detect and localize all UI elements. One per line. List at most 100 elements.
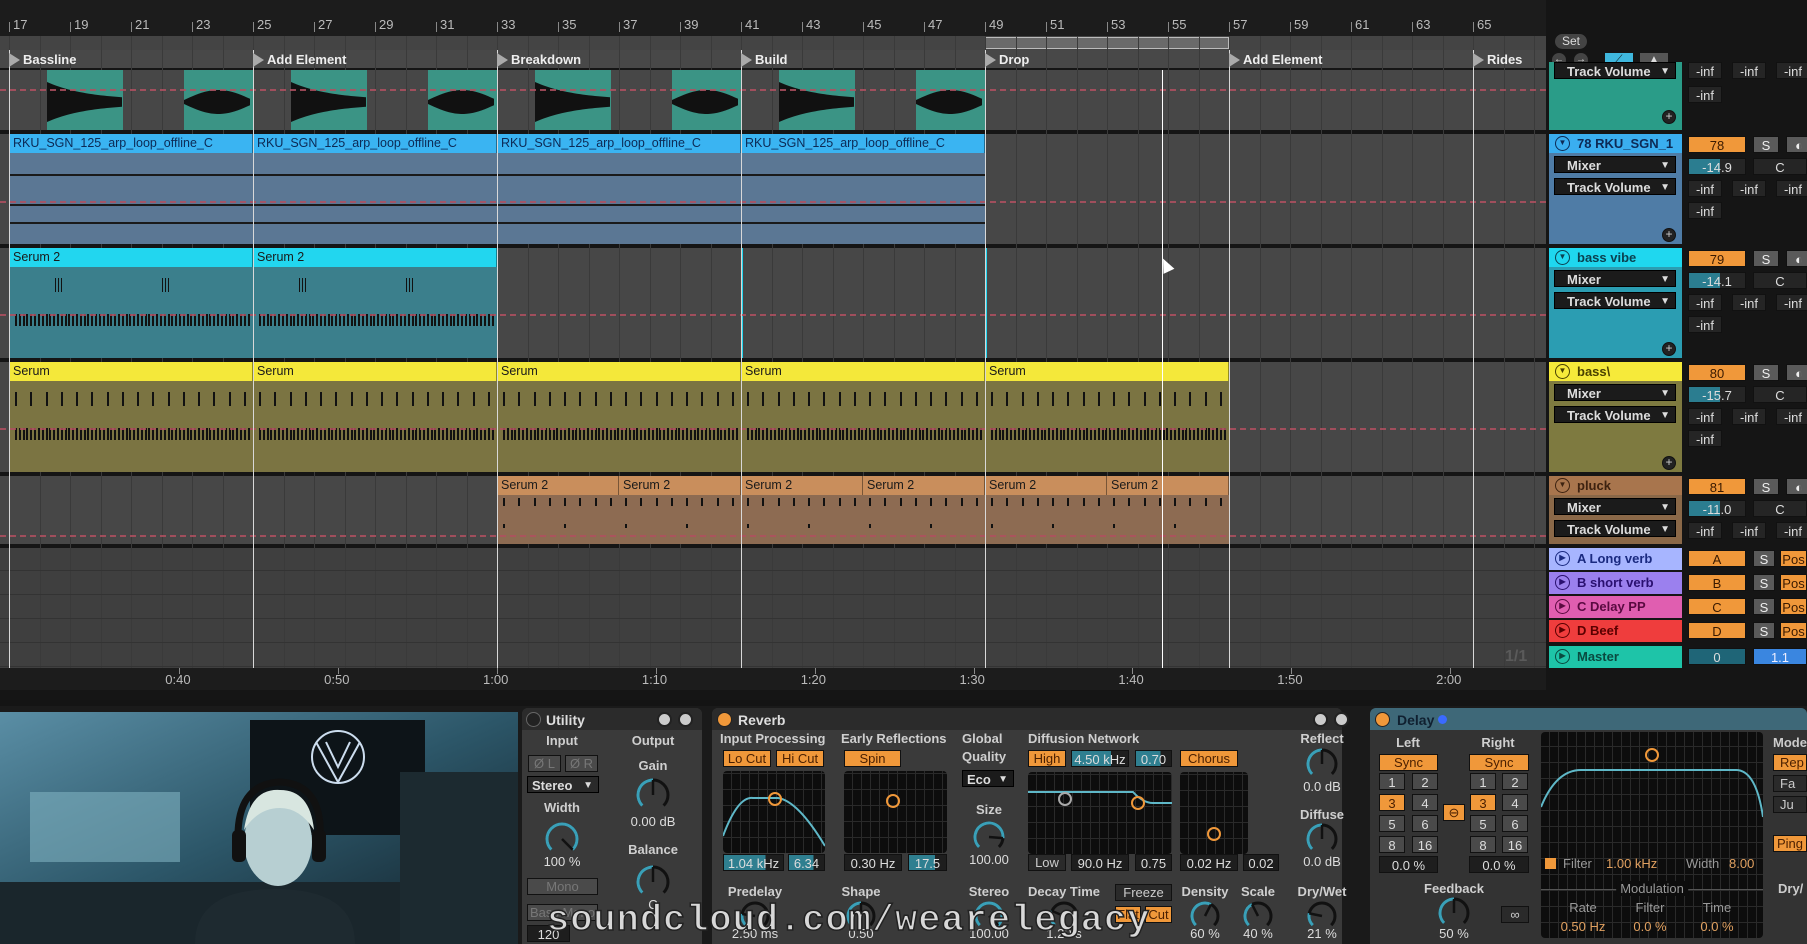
link-channels-button[interactable]: ⊖ — [1443, 804, 1465, 821]
chorus-graph[interactable] — [1180, 772, 1248, 854]
fold-arrow-icon[interactable]: ▼ — [1555, 250, 1570, 265]
send-value[interactable]: -inf — [1732, 62, 1766, 79]
monitor-button[interactable]: ◐ — [1786, 250, 1807, 267]
reflect-knob[interactable] — [1306, 748, 1338, 780]
audio-clip-region[interactable] — [184, 70, 253, 130]
pan-field[interactable]: C — [1753, 500, 1807, 517]
track-header-partial[interactable]: Track Volume + — [1549, 62, 1682, 130]
phase-left-button[interactable]: Ø L — [528, 755, 561, 772]
monitor-button[interactable]: ◐ — [1786, 478, 1807, 495]
left-division-4[interactable]: 4 — [1412, 794, 1438, 811]
output-position[interactable]: Pos — [1780, 598, 1807, 615]
locator-build[interactable]: Build — [741, 51, 788, 68]
return-title[interactable]: ▶ B short verb — [1549, 572, 1682, 594]
low-shelf-button[interactable]: Low — [1028, 854, 1066, 871]
param-dropdown[interactable]: Track Volume — [1554, 292, 1676, 310]
filter-value[interactable]: 1.00 kHz — [1606, 856, 1657, 871]
track-title[interactable]: ▼ pluck — [1549, 476, 1682, 495]
ping-pong-button[interactable]: Ping — [1773, 835, 1807, 852]
clip[interactable]: Serum 2 — [1107, 476, 1229, 544]
clip[interactable]: RKU_SGN_125_arp_loop_offline_C — [497, 134, 741, 244]
send-value[interactable]: -inf — [1776, 408, 1807, 425]
add-lane-icon[interactable]: + — [1662, 110, 1676, 124]
send-value[interactable]: -inf — [1732, 408, 1766, 425]
chorus-amount[interactable]: 0.02 — [1243, 854, 1279, 871]
arrangement-view[interactable]: 17 19 21 23 25 27 29 31 33 35 37 39 41 43 45 47 49 51 53 55… — [0, 0, 1546, 700]
output-position[interactable]: Pos — [1780, 574, 1807, 591]
expand-arrow-icon[interactable]: ▶ — [1555, 649, 1570, 664]
clip[interactable]: RKU_SGN_125_arp_loop_offline_C — [9, 134, 253, 244]
device-dropdown[interactable]: Mixer — [1554, 498, 1676, 516]
delay-filter-handle[interactable] — [1645, 748, 1659, 762]
send-value[interactable]: -inf — [1776, 522, 1807, 539]
mode-option[interactable]: Rep — [1773, 754, 1807, 771]
locator-bassline[interactable]: Bassline — [9, 51, 76, 68]
width-value[interactable]: 8.00 — [1729, 856, 1754, 871]
clip[interactable]: Serum — [497, 362, 741, 472]
return-title[interactable]: ▶ D Beef — [1549, 620, 1682, 642]
mode-option[interactable]: Fa — [1773, 775, 1807, 792]
automation-line[interactable] — [0, 314, 1546, 316]
quality-dropdown[interactable]: Eco — [962, 770, 1014, 788]
solo-button[interactable]: S — [1753, 364, 1779, 381]
send-value[interactable]: -inf — [1688, 62, 1722, 79]
pan-field[interactable]: C — [1753, 158, 1807, 175]
chorus-rate[interactable]: 0.02 Hz — [1180, 854, 1238, 871]
left-division-6[interactable]: 6 — [1412, 815, 1438, 832]
send-value[interactable]: -inf — [1688, 202, 1722, 219]
chorus-button[interactable]: Chorus — [1180, 750, 1238, 767]
param-dropdown[interactable]: Track Volume — [1554, 62, 1676, 80]
return-track-header[interactable]: ▶ C Delay PP — [1549, 596, 1682, 618]
audio-clip-region[interactable] — [672, 70, 741, 130]
audio-clip-region[interactable] — [291, 70, 368, 130]
mode-option[interactable]: Ju — [1773, 796, 1807, 813]
volume-field[interactable]: -14.1 — [1688, 272, 1746, 289]
track-number[interactable]: 79 — [1688, 250, 1746, 267]
clip[interactable]: Serum 2 — [619, 476, 741, 544]
size-knob[interactable] — [973, 821, 1005, 853]
send-value[interactable]: -inf — [1688, 294, 1722, 311]
track-number[interactable]: 78 — [1688, 136, 1746, 153]
track-title[interactable]: ▼ bass vibe — [1549, 248, 1682, 267]
return-letter[interactable]: C — [1688, 598, 1746, 615]
monitor-button[interactable]: ◐ — [1786, 364, 1807, 381]
right-division-6[interactable]: 6 — [1502, 815, 1528, 832]
left-division-1[interactable]: 1 — [1379, 773, 1405, 790]
low-shelf-handle[interactable] — [1058, 792, 1072, 806]
param-dropdown[interactable]: Track Volume — [1554, 520, 1676, 538]
solo-button[interactable]: S — [1753, 598, 1775, 615]
right-division-5[interactable]: 5 — [1470, 815, 1496, 832]
spin-amount[interactable]: 17.5 — [908, 854, 947, 871]
balance-knob[interactable] — [636, 865, 670, 899]
spin-button[interactable]: Spin — [844, 750, 901, 767]
clip[interactable]: Serum 2 — [741, 476, 863, 544]
clip[interactable]: Serum — [741, 362, 985, 472]
gain-knob[interactable] — [636, 778, 670, 812]
save-preset-icon[interactable] — [678, 712, 693, 727]
audio-clip-region[interactable] — [916, 70, 985, 130]
automation-line[interactable] — [0, 535, 1546, 537]
locator-rides[interactable]: Rides — [1473, 51, 1522, 68]
track-number[interactable]: 81 — [1688, 478, 1746, 495]
feedback-knob[interactable] — [1438, 897, 1470, 929]
pan-field[interactable]: C — [1753, 386, 1807, 403]
device-dropdown[interactable]: Mixer — [1554, 270, 1676, 288]
clip[interactable]: Serum 2 — [497, 476, 619, 544]
solo-button[interactable]: S — [1753, 478, 1779, 495]
hot-swap-icon[interactable] — [1313, 712, 1328, 727]
solo-button[interactable]: S — [1753, 550, 1775, 567]
master-pan[interactable]: 1.1 — [1753, 648, 1807, 665]
send-value[interactable]: -inf — [1688, 86, 1722, 103]
send-value[interactable]: -inf — [1776, 180, 1807, 197]
expand-arrow-icon[interactable]: ▶ — [1555, 551, 1570, 566]
param-dropdown[interactable]: Track Volume — [1554, 406, 1676, 424]
add-lane-icon[interactable]: + — [1662, 228, 1676, 242]
right-division-8[interactable]: 8 — [1470, 836, 1496, 853]
output-position[interactable]: Pos — [1780, 550, 1807, 567]
add-lane-icon[interactable]: + — [1662, 342, 1676, 356]
send-value[interactable]: -inf — [1688, 316, 1722, 333]
clip[interactable]: RKU_SGN_125_arp_loop_offline_C — [741, 134, 985, 244]
send-value[interactable]: -inf — [1776, 62, 1807, 79]
hot-swap-icon[interactable] — [657, 712, 672, 727]
chorus-handle[interactable] — [1207, 827, 1221, 841]
